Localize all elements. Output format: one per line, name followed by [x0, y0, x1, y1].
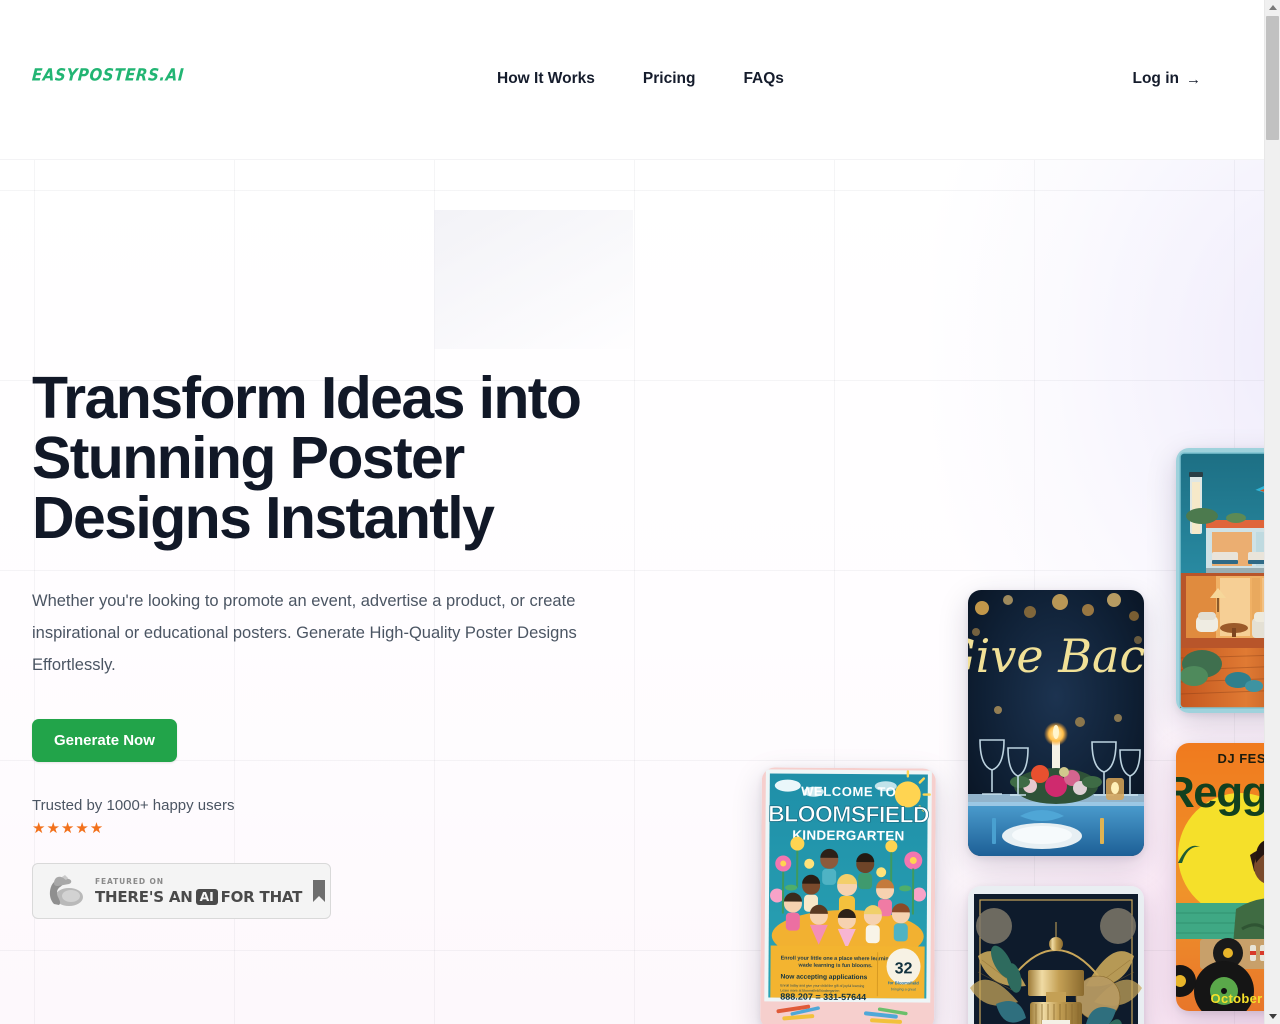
arrow-right-icon: →: [1186, 70, 1201, 88]
badge-title-part1: THERE'S AN: [95, 887, 193, 906]
svg-text:WELCOME TO: WELCOME TO: [801, 784, 896, 800]
kindergarten-poster-art: WELCOME TO BLOOMSFIELD KINDERGARTEN Enro…: [760, 767, 936, 1024]
badge-ai-chip: AI: [195, 888, 218, 905]
hero-grid-highlight-cell: [434, 210, 633, 349]
browser-viewport: EASYPOSTERS.AI How It Works Pricing FAQs…: [0, 0, 1280, 1024]
hero-section: Transform Ideas into Stunning Poster Des…: [0, 160, 1264, 1024]
svg-text:Reggae: Reggae: [1176, 768, 1264, 817]
scrollbar-down-button[interactable]: [1265, 1009, 1280, 1024]
svg-text:bringing a great: bringing a great: [891, 987, 916, 991]
reggae-poster-art: DJ FEST Reggae: [1176, 743, 1264, 1011]
badge-title-part2: FOR THAT: [220, 887, 303, 906]
svg-text:32: 32: [895, 960, 913, 977]
give-back-poster-art: Give Back: [968, 590, 1144, 856]
page-title: Transform Ideas into Stunning Poster Des…: [32, 365, 582, 551]
poster-card-perfume[interactable]: EXCLUSIVE E A U D E P A R F U M: [968, 886, 1144, 1024]
site-logo[interactable]: EASYPOSTERS.AI: [31, 65, 185, 85]
chevron-up-icon: [1268, 5, 1277, 10]
flexed-arm-icon: [49, 875, 83, 906]
scrollbar-up-button[interactable]: [1265, 0, 1280, 15]
hero-copy-block: Transform Ideas into Stunning Poster Des…: [32, 368, 672, 919]
badge-featured-label: FEATURED ON: [95, 876, 164, 886]
nav-item-pricing[interactable]: Pricing: [643, 70, 696, 88]
featured-on-badge[interactable]: FEATURED ON THERE'S AN AI FOR THAT: [32, 863, 331, 919]
svg-text:Give Back: Give Back: [968, 629, 1144, 683]
page-content: EASYPOSTERS.AI How It Works Pricing FAQs…: [0, 0, 1264, 1024]
login-label: Log in: [1132, 70, 1180, 87]
page-scrollbar[interactable]: [1264, 0, 1280, 1024]
svg-text:DJ FEST: DJ FEST: [1218, 751, 1264, 766]
svg-text:KINDERGARTEN: KINDERGARTEN: [792, 828, 904, 844]
svg-text:BLOOMSFIELD: BLOOMSFIELD: [768, 800, 929, 827]
nav-item-how-it-works[interactable]: How It Works: [497, 70, 595, 88]
scrollbar-thumb[interactable]: [1266, 16, 1279, 140]
bookmark-icon: [313, 880, 326, 902]
poster-card-kindergarten[interactable]: WELCOME TO BLOOMSFIELD KINDERGARTEN Enro…: [760, 767, 936, 1024]
svg-text:wade learning is fun blooms.: wade learning is fun blooms.: [798, 963, 874, 970]
hero-subheadline: Whether you're looking to promote an eve…: [32, 592, 577, 674]
generate-now-button[interactable]: Generate Now: [32, 719, 177, 762]
perfume-poster-art: EXCLUSIVE E A U D E P A R F U M: [968, 886, 1144, 1024]
svg-text:October 20: October 20: [1211, 991, 1264, 1006]
poster-card-give-back[interactable]: Give Back: [968, 590, 1144, 856]
rating-stars: ★★★★★: [32, 820, 105, 837]
nav-item-faqs[interactable]: FAQs: [743, 70, 783, 88]
site-header: EASYPOSTERS.AI How It Works Pricing FAQs…: [0, 0, 1264, 160]
svg-text:Enroll today and give your chi: Enroll today and give your child the gif…: [780, 984, 864, 989]
trust-text: Trusted by 1000+ happy users: [32, 797, 235, 814]
login-link[interactable]: Log in →: [1133, 70, 1202, 88]
chevron-down-icon: [1268, 1014, 1277, 1019]
svg-text:for Bloomsfield: for Bloomsfield: [888, 980, 919, 985]
main-navigation: How It Works Pricing FAQs: [497, 70, 784, 88]
svg-text:888.207 = 331-57644: 888.207 = 331-57644: [780, 992, 866, 1003]
svg-text:Now accepting applications: Now accepting applications: [780, 974, 867, 982]
architecture-poster-art: LUXURY PROPERTY: [1176, 448, 1264, 713]
poster-card-architecture[interactable]: LUXURY PROPERTY: [1176, 448, 1264, 713]
poster-card-reggae[interactable]: DJ FEST Reggae: [1176, 743, 1264, 1011]
badge-text-block: FEATURED ON THERE'S AN AI FOR THAT: [95, 877, 302, 906]
badge-title: THERE'S AN AI FOR THAT: [95, 888, 302, 906]
